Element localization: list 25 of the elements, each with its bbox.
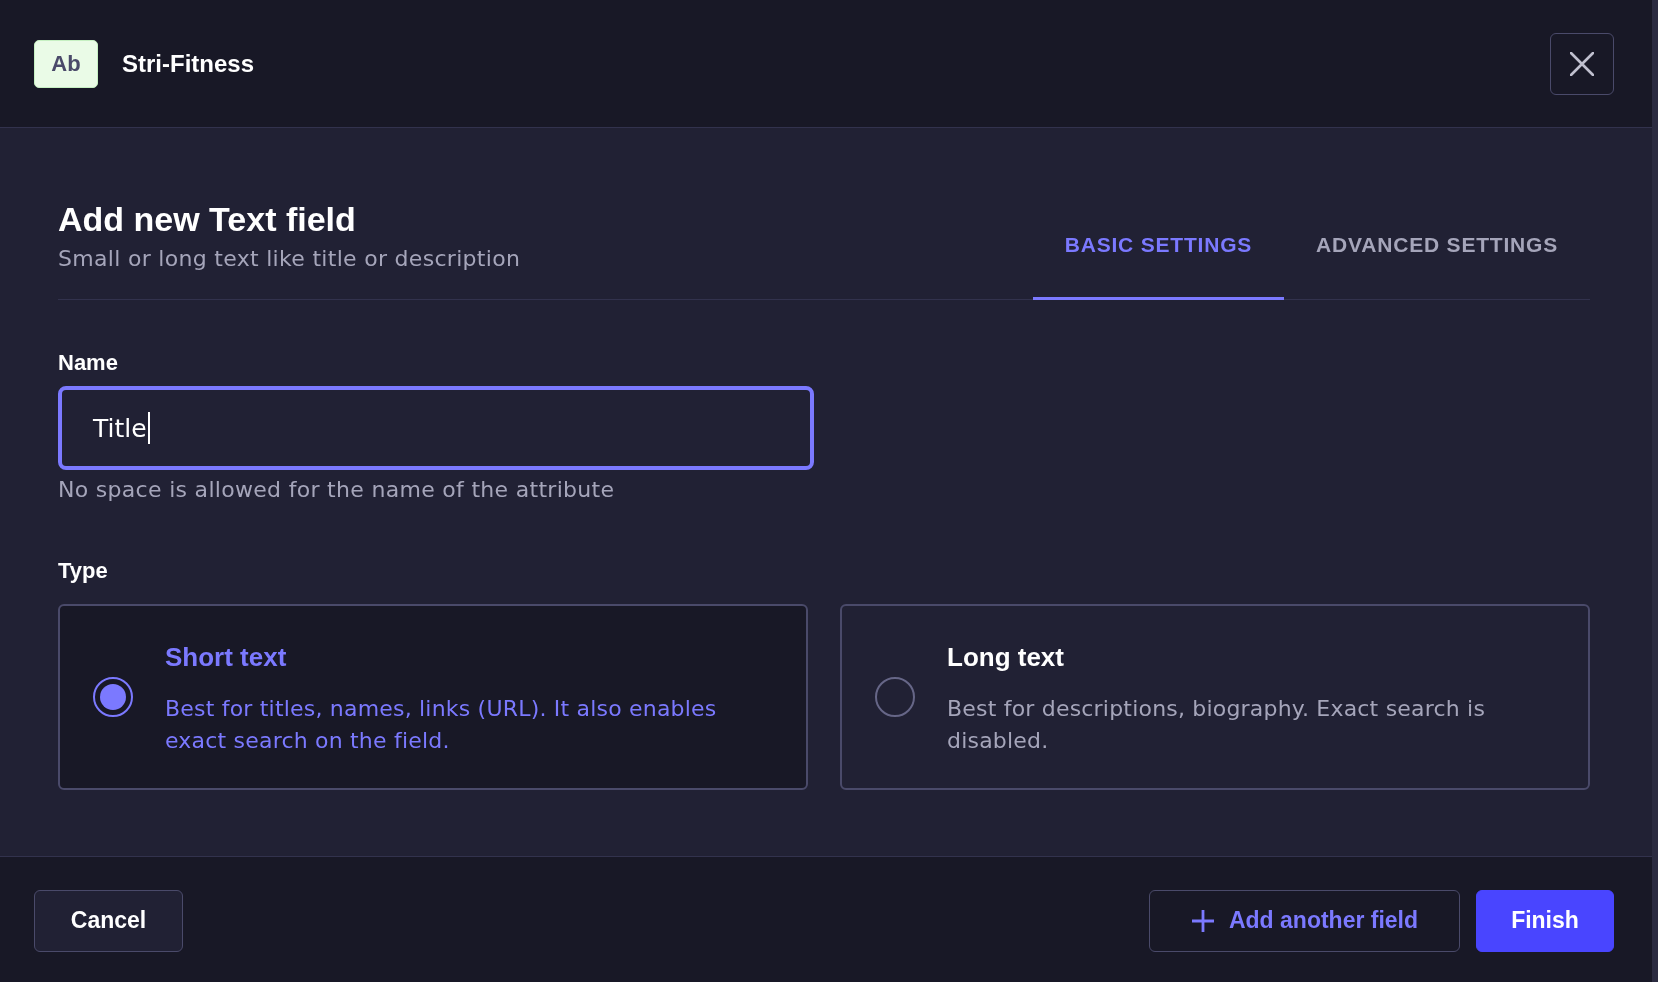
- close-icon: [1570, 51, 1594, 76]
- finish-button[interactable]: Finish: [1476, 889, 1614, 952]
- close-button[interactable]: [1550, 32, 1614, 95]
- type-label: Type: [58, 558, 108, 584]
- app-badge: Ab: [34, 39, 98, 88]
- dialog-subtitle: Small or long text like title or description: [58, 245, 521, 273]
- dialog-title: Add new Text field: [58, 199, 357, 240]
- name-input[interactable]: Title: [58, 386, 814, 470]
- option-title: Short text: [165, 641, 288, 673]
- plus-icon: [1190, 908, 1215, 933]
- cancel-button[interactable]: Cancel: [34, 889, 183, 952]
- option-description: Best for titles, names, links (URL). It also enables exact search on the field.: [165, 695, 718, 755]
- settings-tab[interactable]: ADVANCED SETTINGS: [1284, 231, 1590, 300]
- radio-button[interactable]: [93, 677, 133, 717]
- option-title: Long text: [947, 641, 1065, 673]
- option-description: Best for descriptions, biography. Exact search is disabled.: [947, 695, 1487, 755]
- radio-button[interactable]: [875, 677, 915, 717]
- add-field-button[interactable]: Add another field: [1149, 889, 1460, 952]
- text-cursor-icon: [147, 412, 150, 444]
- app-name: Stri-Fitness: [122, 49, 255, 78]
- settings-tab[interactable]: BASIC SETTINGS: [1032, 231, 1285, 300]
- type-option-card[interactable]: Short text Best for titles, names, links (URL). It also enables exact search on the field.: [58, 604, 808, 790]
- name-label: Name: [58, 350, 118, 376]
- name-hint: No space is allowed for the name of the attribute: [58, 476, 615, 504]
- type-option-card[interactable]: Long text Best for descriptions, biography. Exact search is disabled.: [840, 604, 1590, 790]
